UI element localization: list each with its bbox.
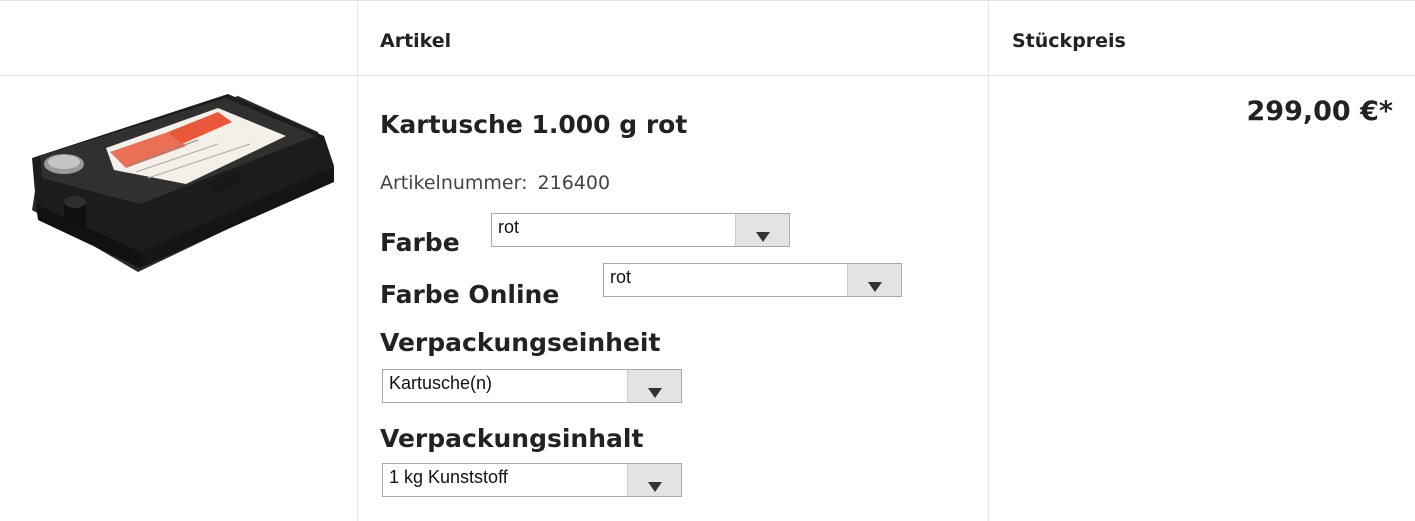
- chevron-down-icon: [648, 388, 662, 398]
- verpackungsinhalt-select-button[interactable]: [627, 464, 681, 496]
- product-title[interactable]: Kartusche 1.000 g rot: [380, 110, 687, 139]
- farbe-select[interactable]: rot: [491, 213, 790, 247]
- farbe-online-select[interactable]: rot: [603, 263, 902, 297]
- chevron-down-icon: [648, 482, 662, 492]
- cart-table: Artikel Stückpreis Kartusche 1.000 g rot…: [0, 0, 1415, 521]
- verpackungseinheit-select[interactable]: Kartusche(n): [382, 369, 682, 403]
- option-label-farbe: Farbe: [380, 228, 460, 257]
- verpackungseinheit-select-value: Kartusche(n): [389, 373, 493, 393]
- article-number-label: Artikelnummer:: [380, 172, 528, 194]
- column-divider-2: [988, 0, 989, 521]
- column-divider-1: [357, 0, 358, 521]
- product-image[interactable]: [18, 92, 340, 282]
- chevron-down-icon: [868, 282, 882, 292]
- verpackungseinheit-select-button[interactable]: [627, 370, 681, 402]
- header-stueckpreis: Stückpreis: [1012, 30, 1126, 52]
- article-number: Artikelnummer: 216400: [380, 172, 610, 194]
- verpackungsinhalt-select[interactable]: 1 kg Kunststoff: [382, 463, 682, 497]
- farbe-online-select-button[interactable]: [847, 264, 901, 296]
- unit-price: 299,00 €*: [1246, 96, 1394, 127]
- verpackungsinhalt-select-value: 1 kg Kunststoff: [389, 467, 508, 487]
- option-label-farbe-online: Farbe Online: [380, 280, 560, 309]
- farbe-online-select-value: rot: [610, 267, 632, 287]
- cartridge-image: [32, 94, 334, 272]
- farbe-select-button[interactable]: [735, 214, 789, 246]
- table-border-top: [0, 0, 1415, 1]
- chevron-down-icon: [756, 232, 770, 242]
- option-label-verpackungsinhalt: Verpackungsinhalt: [380, 424, 644, 453]
- table-header-divider: [0, 75, 1415, 76]
- option-label-verpackungseinheit: Verpackungseinheit: [380, 328, 661, 357]
- farbe-select-value: rot: [498, 217, 520, 237]
- article-number-value: 216400: [537, 172, 611, 194]
- header-artikel: Artikel: [380, 30, 452, 52]
